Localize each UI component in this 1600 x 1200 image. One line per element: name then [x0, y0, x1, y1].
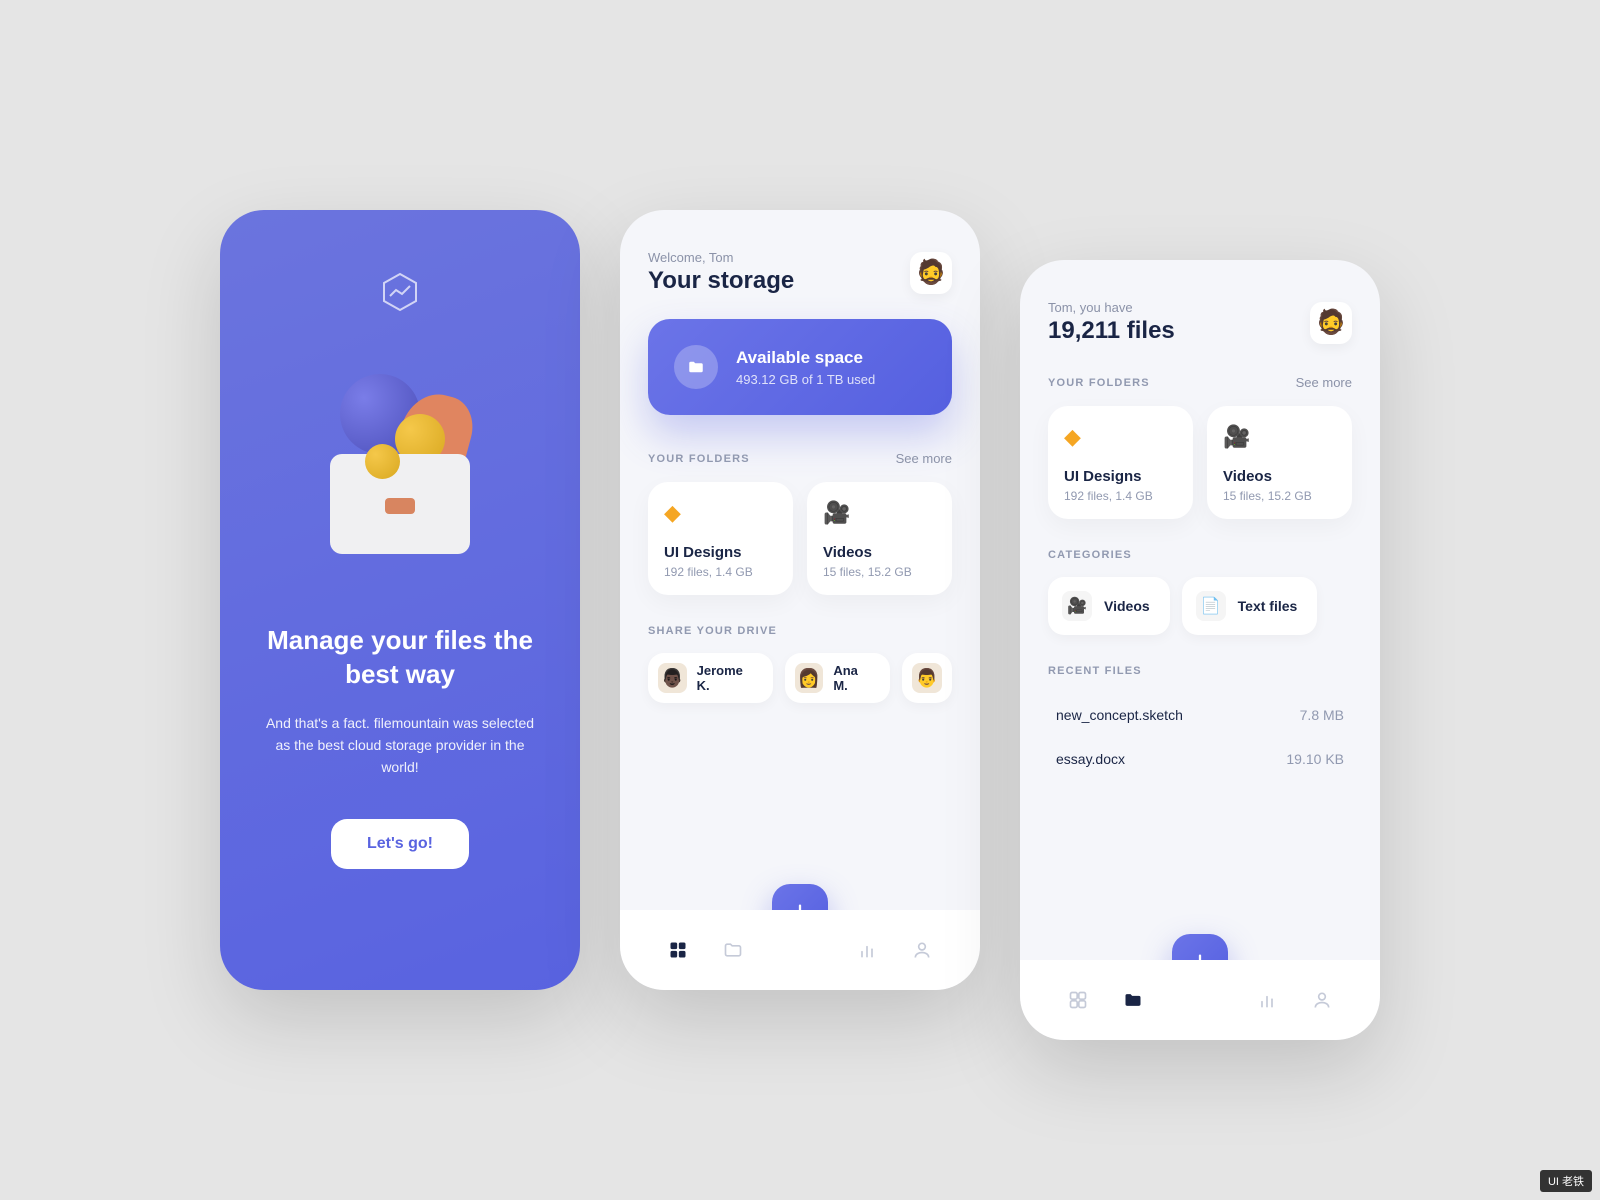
folder-icon	[674, 345, 718, 389]
nav-folder-icon[interactable]	[1117, 984, 1149, 1016]
nav-dashboard-icon[interactable]	[662, 934, 694, 966]
contact-avatar-icon: 👨	[912, 663, 942, 693]
share-section-label: SHARE YOUR DRIVE	[648, 625, 777, 637]
greeting: Welcome, Tom	[648, 250, 794, 265]
watermark: UI 老铁	[1540, 1170, 1592, 1192]
header: Welcome, Tom Your storage 🧔	[648, 250, 952, 295]
avatar[interactable]: 🧔	[910, 252, 952, 294]
bottom-nav	[1020, 960, 1380, 1040]
contact-chip-more[interactable]: 👨	[902, 653, 952, 703]
header: Tom, you have 19,211 files 🧔	[1048, 300, 1352, 345]
folders-section-label: YOUR FOLDERS	[648, 453, 750, 465]
file-name: new_concept.sketch	[1056, 707, 1183, 723]
recent-section-label: RECENT FILES	[1048, 665, 1142, 677]
nav-dashboard-icon[interactable]	[1062, 984, 1094, 1016]
space-title: Available space	[736, 348, 875, 368]
folder-name: UI Designs	[1064, 468, 1177, 485]
file-row[interactable]: essay.docx 19.10 KB	[1048, 737, 1352, 781]
storage-screen: Welcome, Tom Your storage 🧔 Available sp…	[620, 210, 980, 990]
contact-avatar-icon: 👨🏿	[658, 663, 687, 693]
sketch-icon: ◆	[1064, 424, 1177, 450]
nav-stats-icon[interactable]	[851, 934, 883, 966]
bottom-nav	[620, 910, 980, 990]
file-size: 19.10 KB	[1286, 751, 1344, 767]
camera-icon: 🎥	[823, 500, 936, 526]
folder-meta: 15 files, 15.2 GB	[823, 565, 936, 579]
files-screen: Tom, you have 19,211 files 🧔 YOUR FOLDER…	[1020, 260, 1380, 1040]
contact-avatar-icon: 👩	[795, 663, 824, 693]
file-size: 7.8 MB	[1300, 707, 1344, 723]
folder-name: Videos	[1223, 468, 1336, 485]
categories-section-label: CATEGORIES	[1048, 549, 1132, 561]
category-name: Videos	[1104, 598, 1150, 614]
nav-stats-icon[interactable]	[1251, 984, 1283, 1016]
contact-name: Jerome K.	[697, 663, 757, 693]
category-chip-videos[interactable]: 🎥 Videos	[1048, 577, 1170, 635]
category-chip-text[interactable]: 📄 Text files	[1182, 577, 1318, 635]
greeting: Tom, you have	[1048, 300, 1175, 315]
folder-meta: 192 files, 1.4 GB	[1064, 489, 1177, 503]
nav-profile-icon[interactable]	[1306, 984, 1338, 1016]
available-space-card[interactable]: Available space 493.12 GB of 1 TB used	[648, 319, 952, 415]
contact-chip-jerome[interactable]: 👨🏿 Jerome K.	[648, 653, 773, 703]
category-name: Text files	[1238, 598, 1298, 614]
onboarding-heading: Manage your files the best way	[260, 624, 540, 692]
space-subtitle: 493.12 GB of 1 TB used	[736, 372, 875, 387]
folder-meta: 15 files, 15.2 GB	[1223, 489, 1336, 503]
folder-card-videos[interactable]: 🎥 Videos 15 files, 15.2 GB	[807, 482, 952, 595]
nav-profile-icon[interactable]	[906, 934, 938, 966]
nav-folder-icon[interactable]	[717, 934, 749, 966]
file-row[interactable]: new_concept.sketch 7.8 MB	[1048, 693, 1352, 737]
page-title: Your storage	[648, 267, 794, 295]
app-logo-icon	[378, 270, 422, 314]
avatar[interactable]: 🧔	[1310, 302, 1352, 344]
folder-card-videos[interactable]: 🎥 Videos 15 files, 15.2 GB	[1207, 406, 1352, 519]
folders-section-label: YOUR FOLDERS	[1048, 377, 1150, 389]
onboarding-subtext: And that's a fact. filemountain was sele…	[260, 712, 540, 779]
folder-name: Videos	[823, 544, 936, 561]
sketch-icon: ◆	[664, 500, 777, 526]
onboarding-screen: Manage your files the best way And that'…	[220, 210, 580, 990]
contact-chip-ana[interactable]: 👩 Ana M.	[785, 653, 890, 703]
folder-name: UI Designs	[664, 544, 777, 561]
document-icon: 📄	[1196, 591, 1226, 621]
page-title: 19,211 files	[1048, 317, 1175, 345]
see-more-link[interactable]: See more	[896, 451, 952, 466]
lets-go-button[interactable]: Let's go!	[331, 819, 469, 869]
see-more-link[interactable]: See more	[1296, 375, 1352, 390]
contact-name: Ana M.	[833, 663, 874, 693]
folder-meta: 192 files, 1.4 GB	[664, 565, 777, 579]
file-name: essay.docx	[1056, 751, 1125, 767]
folder-card-ui-designs[interactable]: ◆ UI Designs 192 files, 1.4 GB	[648, 482, 793, 595]
box-illustration	[300, 364, 500, 564]
folder-card-ui-designs[interactable]: ◆ UI Designs 192 files, 1.4 GB	[1048, 406, 1193, 519]
camera-icon: 🎥	[1223, 424, 1336, 450]
camera-icon: 🎥	[1062, 591, 1092, 621]
